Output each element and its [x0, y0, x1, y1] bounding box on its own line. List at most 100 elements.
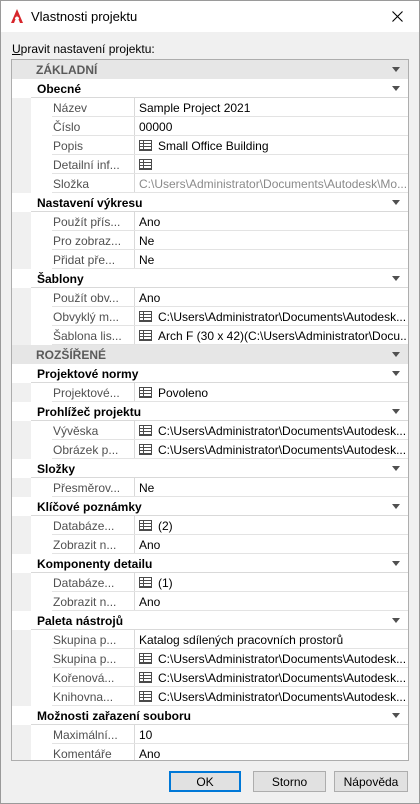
property-name-cell: Vývěska: [31, 421, 134, 440]
property-row[interactable]: Kořenová... C:\Users\Administrator\Docume…: [12, 668, 408, 687]
table-icon: [139, 311, 152, 322]
property-name: Použít obv...: [53, 291, 119, 305]
property-name-cell: Přesměrov...: [31, 478, 134, 497]
property-row[interactable]: Zobrazit n... Ano: [12, 592, 408, 611]
property-row[interactable]: Název Sample Project 2021: [12, 98, 408, 117]
chevron-down-icon[interactable]: [392, 352, 400, 357]
property-row[interactable]: Databáze... (2): [12, 516, 408, 535]
property-value-cell[interactable]: Sample Project 2021: [134, 98, 408, 117]
chevron-down-icon[interactable]: [392, 276, 400, 281]
property-name: Přidat pře...: [53, 253, 116, 267]
property-value-cell[interactable]: Ne: [134, 250, 408, 269]
property-value: Ano: [139, 215, 161, 229]
group-header[interactable]: Možnosti zařazení souboru: [12, 706, 408, 725]
property-row[interactable]: Skupina p... Katalog sdílených pracovních…: [12, 630, 408, 649]
property-value-cell[interactable]: C:\Users\Administrator\Documents\Autodes…: [134, 687, 408, 706]
property-value: Ne: [139, 234, 155, 248]
property-value-cell[interactable]: Katalog sdílených pracovních prostorů: [134, 630, 408, 649]
property-value: Sample Project 2021: [139, 101, 251, 115]
chevron-down-icon[interactable]: [392, 200, 400, 205]
property-value-cell[interactable]: [134, 155, 408, 174]
property-row[interactable]: Číslo 00000: [12, 117, 408, 136]
property-row[interactable]: Vývěska C:\Users\Administrator\Documents\…: [12, 421, 408, 440]
property-row[interactable]: Obrázek p... C:\Users\Administrator\Docum…: [12, 440, 408, 459]
cancel-button[interactable]: Storno: [253, 771, 326, 792]
property-row[interactable]: Obvyklý m... C:\Users\Administrator\Docum…: [12, 307, 408, 326]
property-value-cell[interactable]: 00000: [134, 117, 408, 136]
property-value-cell[interactable]: Ne: [134, 231, 408, 250]
property-value-cell[interactable]: Ano: [134, 592, 408, 611]
property-name-cell: Číslo: [31, 117, 134, 136]
property-row[interactable]: Pro zobraz... Ne: [12, 231, 408, 250]
table-icon: [139, 444, 152, 455]
property-grid[interactable]: ZÁKLADNÍ Obecné Název Sample Project 2021 Čí…: [11, 59, 409, 761]
category-header[interactable]: ROZŠÍŘENÉ: [12, 345, 408, 364]
chevron-down-icon[interactable]: [392, 86, 400, 91]
chevron-down-icon[interactable]: [392, 371, 400, 376]
property-row[interactable]: Maximální... 10: [12, 725, 408, 744]
group-header[interactable]: Prohlížeč projektu: [12, 402, 408, 421]
chevron-down-icon[interactable]: [392, 618, 400, 623]
property-value: 10: [139, 728, 153, 742]
property-value-cell[interactable]: C:\Users\Administrator\Documents\Autodes…: [134, 668, 408, 687]
chevron-down-icon[interactable]: [392, 561, 400, 566]
property-row[interactable]: Přesměrov... Ne: [12, 478, 408, 497]
property-row[interactable]: Použít přís... Ano: [12, 212, 408, 231]
property-value-cell[interactable]: C:\Users\Administrator\Documents\Autodes…: [134, 440, 408, 459]
property-name: Databáze...: [53, 576, 115, 590]
property-value-cell[interactable]: C:\Users\Administrator\Documents\Autodes…: [134, 174, 408, 193]
property-value-cell[interactable]: Ano: [134, 744, 408, 760]
property-row[interactable]: Popis Small Office Building: [12, 136, 408, 155]
chevron-down-icon[interactable]: [392, 504, 400, 509]
property-row[interactable]: Zobrazit n... Ano: [12, 535, 408, 554]
table-icon: [139, 159, 152, 170]
property-row[interactable]: Databáze... (1): [12, 573, 408, 592]
chevron-down-icon[interactable]: [392, 409, 400, 414]
property-value-cell[interactable]: Ano: [134, 212, 408, 231]
group-header[interactable]: Klíčové poznámky: [12, 497, 408, 516]
property-row[interactable]: Knihovna... C:\Users\Administrator\Docume…: [12, 687, 408, 706]
property-row[interactable]: Složka C:\Users\Administrator\Documents\A…: [12, 174, 408, 193]
group-header[interactable]: Paleta nástrojů: [12, 611, 408, 630]
property-row[interactable]: Šablona lis... Arch F (30 x 42)(C:\Users\…: [12, 326, 408, 345]
group-label: Obecné: [37, 82, 82, 96]
property-row[interactable]: Projektové... Povoleno: [12, 383, 408, 402]
ok-button[interactable]: OK: [169, 771, 241, 792]
group-header[interactable]: Projektové normy: [12, 364, 408, 383]
group-header[interactable]: Šablony: [12, 269, 408, 288]
chevron-down-icon[interactable]: [392, 466, 400, 471]
property-name: Databáze...: [53, 519, 115, 533]
property-value-cell[interactable]: Ano: [134, 535, 408, 554]
property-value-cell[interactable]: Arch F (30 x 42)(C:\Users\Administrator\…: [134, 326, 408, 345]
property-row[interactable]: Skupina p... C:\Users\Administrator\Docum…: [12, 649, 408, 668]
property-value-cell[interactable]: C:\Users\Administrator\Documents\Autodes…: [134, 421, 408, 440]
property-value-cell[interactable]: Ne: [134, 478, 408, 497]
property-value-cell[interactable]: C:\Users\Administrator\Documents\Autodes…: [134, 649, 408, 668]
category-header[interactable]: ZÁKLADNÍ: [12, 60, 408, 79]
property-value-cell[interactable]: (2): [134, 516, 408, 535]
property-row[interactable]: Detailní inf...: [12, 155, 408, 174]
group-header[interactable]: Komponenty detailu: [12, 554, 408, 573]
property-row[interactable]: Komentáře Ano: [12, 744, 408, 760]
property-value-cell[interactable]: C:\Users\Administrator\Documents\Autodes…: [134, 307, 408, 326]
property-value-cell[interactable]: 10: [134, 725, 408, 744]
property-name-cell: Kořenová...: [31, 668, 134, 687]
property-value-cell[interactable]: Povoleno: [134, 383, 408, 402]
close-button[interactable]: [375, 1, 419, 32]
chevron-down-icon[interactable]: [392, 713, 400, 718]
chevron-down-icon[interactable]: [392, 67, 400, 72]
group-header[interactable]: Složky: [12, 459, 408, 478]
property-row[interactable]: Použít obv... Ano: [12, 288, 408, 307]
help-button[interactable]: Nápověda: [334, 771, 408, 792]
property-value: Povoleno: [158, 386, 209, 400]
group-header[interactable]: Obecné: [12, 79, 408, 98]
property-value-cell[interactable]: Small Office Building: [134, 136, 408, 155]
property-value-cell[interactable]: (1): [134, 573, 408, 592]
property-name-cell: Použít přís...: [31, 212, 134, 231]
property-name-cell: Databáze...: [31, 573, 134, 592]
group-label: Možnosti zařazení souboru: [37, 709, 192, 723]
property-row[interactable]: Přidat pře... Ne: [12, 250, 408, 269]
group-header[interactable]: Nastavení výkresu: [12, 193, 408, 212]
property-name-cell: Komentáře: [31, 744, 134, 760]
property-value-cell[interactable]: Ano: [134, 288, 408, 307]
